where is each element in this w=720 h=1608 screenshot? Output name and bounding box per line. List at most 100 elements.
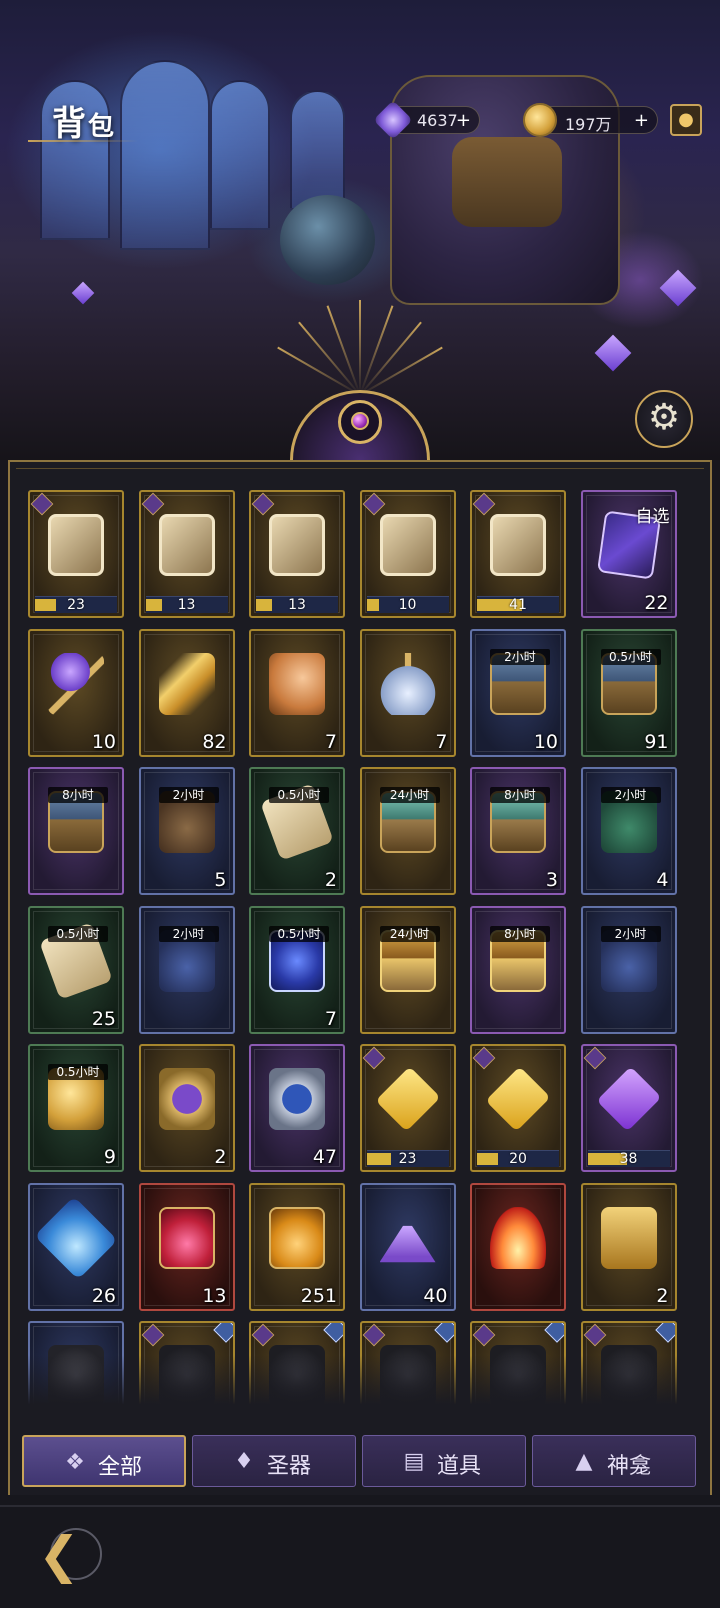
- add-gold-icon[interactable]: +: [634, 110, 649, 131]
- item-count: 251: [300, 1284, 337, 1307]
- tab-label: 全部: [98, 1455, 143, 1480]
- inventory-item[interactable]: 2: [138, 1044, 235, 1172]
- tab-label: 道具: [437, 1454, 482, 1479]
- crystal-art: [594, 334, 632, 372]
- golden-bell-icon: [600, 1206, 657, 1269]
- category-tabs: ❖ 全部 ♦ 圣器 ▤ 道具 ▲ 神龛: [22, 1435, 698, 1487]
- duration-label: 24小时: [379, 925, 440, 942]
- duration-label: 2小时: [600, 925, 661, 942]
- inventory-item[interactable]: 10: [28, 628, 124, 757]
- inventory-item[interactable]: 2小时: [580, 905, 677, 1034]
- inventory-item[interactable]: 41: [470, 490, 566, 618]
- duration-label: 2小时: [490, 648, 550, 665]
- tab-all[interactable]: ❖ 全部: [22, 1435, 186, 1487]
- fragment-count: 10: [398, 597, 417, 613]
- inventory-item[interactable]: 8小时 3: [470, 767, 566, 895]
- inventory-item[interactable]: 13: [138, 490, 235, 618]
- shrine-icon: ▲: [575, 1449, 593, 1474]
- tab-relics[interactable]: ♦ 圣器: [192, 1435, 356, 1487]
- fragment-count: 41: [509, 597, 527, 613]
- crystal-art: [71, 281, 95, 305]
- item-count: 13: [202, 1284, 227, 1307]
- item-count: 3: [545, 869, 558, 891]
- inventory-item[interactable]: 251: [249, 1182, 345, 1311]
- inventory-item[interactable]: 13: [249, 490, 345, 618]
- grid-fade: [18, 1355, 708, 1410]
- title-underline: [28, 140, 138, 142]
- item-count: 7: [324, 1007, 337, 1030]
- tab-label: 圣器: [267, 1454, 312, 1479]
- item-count: 26: [91, 1284, 116, 1307]
- duration-label: 24小时: [379, 787, 440, 803]
- inventory-item[interactable]: 82: [138, 628, 235, 757]
- gold-currency[interactable]: 197万 +: [523, 103, 658, 137]
- duration-label: 2小时: [158, 787, 219, 803]
- items-icon: ▤: [403, 1449, 425, 1474]
- inventory-item[interactable]: [470, 1182, 566, 1311]
- fragment-progress-bar: 41: [477, 596, 559, 613]
- fragment-progress-bar: 13: [145, 596, 228, 613]
- inventory-item[interactable]: 2: [580, 1182, 677, 1311]
- inventory-item[interactable]: 13: [138, 1182, 235, 1311]
- item-count: 10: [533, 730, 558, 753]
- tab-items[interactable]: ▤ 道具: [362, 1435, 526, 1487]
- duration-label: 2小时: [600, 787, 661, 803]
- puzzle-portrait-dark-hair-icon: [379, 514, 436, 576]
- inventory-item[interactable]: 2小时 5: [138, 767, 235, 895]
- all-grid-icon: ❖: [65, 1450, 85, 1475]
- inventory-item[interactable]: 2小时 4: [580, 767, 677, 895]
- crystal-currency[interactable]: 4637 +: [373, 100, 480, 140]
- inventory-item[interactable]: 8小时: [28, 767, 124, 895]
- inventory-item[interactable]: 0.5小时 9: [28, 1044, 124, 1172]
- gold-coin-icon: [523, 103, 557, 137]
- inventory-item[interactable]: 40: [359, 1182, 456, 1311]
- selectable-label: 自选: [635, 507, 670, 527]
- inventory-item[interactable]: 7: [359, 628, 456, 757]
- fragment-progress-bar: 23: [366, 1150, 449, 1167]
- inventory-grid: 23 13 13 10 41 自选 22 10 82 7 7 2小时 10 0.5小时 91 8小时 2小时 5 0…: [18, 488, 708, 1408]
- tab-shrine[interactable]: ▲ 神龛: [532, 1435, 696, 1487]
- add-crystal-icon[interactable]: +: [456, 110, 471, 131]
- puzzle-portrait-blonde-icon: [269, 514, 325, 576]
- item-count: 5: [214, 869, 227, 891]
- inventory-item[interactable]: 7: [249, 628, 345, 757]
- puzzle-portrait-lady-icon: [158, 514, 215, 576]
- item-count: 22: [644, 592, 669, 614]
- money-bag-icon[interactable]: ●: [670, 104, 702, 136]
- fragment-progress-bar: 10: [366, 596, 449, 613]
- purple-gem-key-icon: [48, 652, 104, 715]
- inventory-item[interactable]: 10: [359, 490, 456, 618]
- relic-icon: ♦: [234, 1449, 254, 1474]
- bottom-divider: [0, 1505, 720, 1507]
- inventory-item[interactable]: 2小时 10: [470, 628, 566, 757]
- inventory-item[interactable]: 0.5小时 7: [249, 905, 345, 1034]
- fire-essence-icon: [490, 1206, 546, 1269]
- back-button[interactable]: ❮: [38, 1528, 108, 1584]
- inventory-item[interactable]: 0.5小时 25: [28, 905, 124, 1034]
- inventory-item[interactable]: 38: [580, 1044, 677, 1172]
- inventory-item[interactable]: 2小时: [138, 905, 235, 1034]
- inventory-item[interactable]: 8小时: [470, 905, 566, 1034]
- inventory-item[interactable]: 自选 22: [580, 490, 677, 618]
- fragment-count: 20: [509, 1151, 527, 1167]
- inventory-item[interactable]: 0.5小时 2: [249, 767, 345, 895]
- inventory-item[interactable]: 23: [359, 1044, 456, 1172]
- orange-potion-flask-icon: [269, 1206, 325, 1269]
- duration-label: 0.5小时: [600, 648, 661, 665]
- inventory-item[interactable]: 24小时: [359, 767, 456, 895]
- inventory-item[interactable]: 26: [28, 1182, 124, 1311]
- item-count: 2: [656, 1284, 669, 1307]
- inventory-item[interactable]: 24小时: [359, 905, 456, 1034]
- item-count: 25: [91, 1007, 116, 1030]
- puzzle-portrait-white-hair-icon: [48, 514, 104, 576]
- duration-label: 0.5小时: [48, 1064, 108, 1080]
- golden-shell-icon: [269, 652, 325, 715]
- inventory-item[interactable]: 47: [249, 1044, 345, 1172]
- inventory-item[interactable]: 20: [470, 1044, 566, 1172]
- gear-icon[interactable]: ⚙: [635, 390, 693, 448]
- inventory-item[interactable]: 23: [28, 490, 124, 618]
- crystal-amount: 4637: [417, 111, 458, 130]
- page-title: 背包: [52, 104, 117, 144]
- inventory-item[interactable]: 0.5小时 91: [580, 628, 677, 757]
- fragment-progress-bar: 38: [587, 1150, 670, 1167]
